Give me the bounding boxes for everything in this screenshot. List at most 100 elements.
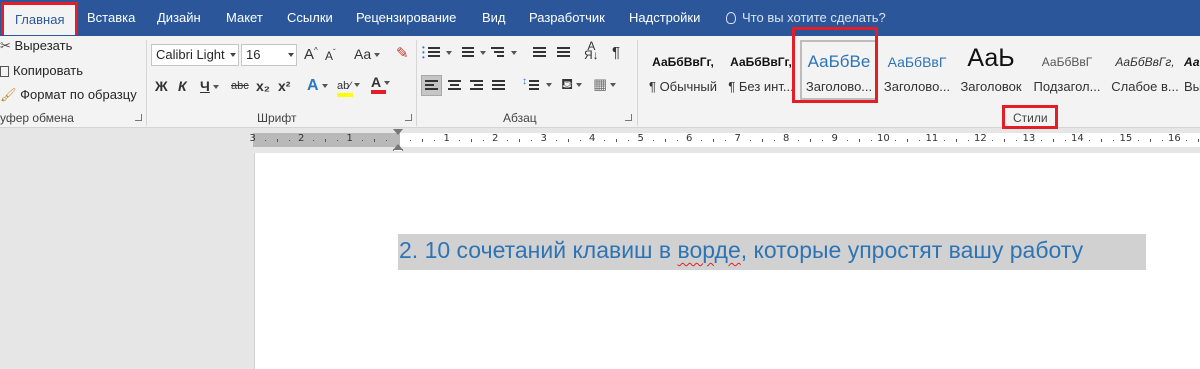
align-left-icon <box>425 80 438 92</box>
bold-button[interactable]: Ж <box>155 78 168 94</box>
numbering-button[interactable] <box>456 45 486 61</box>
underline-button[interactable]: Ч <box>200 78 219 94</box>
ruler-tick <box>325 139 327 142</box>
ruler-dot <box>1161 140 1163 141</box>
paragraph-group-label: Абзац <box>503 111 537 125</box>
align-right-button[interactable] <box>468 76 486 94</box>
multilevel-list-button[interactable] <box>487 45 517 61</box>
ruler-dot <box>992 140 994 141</box>
style-subtitle[interactable]: АаБбВвГ Подзагол... <box>1028 40 1106 100</box>
ruler-tick <box>907 139 909 142</box>
decrease-indent-button[interactable] <box>529 45 547 61</box>
shading-button[interactable]: ⛾ <box>561 76 583 95</box>
tab-home[interactable]: Главная <box>1 2 79 35</box>
font-launcher-icon[interactable] <box>405 114 412 121</box>
text-effects-button[interactable]: A <box>307 77 328 95</box>
paragraph-launcher-icon[interactable] <box>625 114 632 121</box>
borders-button[interactable]: ▦ <box>593 75 617 93</box>
style-no-spacing[interactable]: АаБбВвГг, ¶ Без инт... <box>722 40 800 100</box>
tab-view[interactable]: Вид <box>482 0 506 36</box>
highlight-color-button[interactable]: ab⁄ <box>337 76 361 97</box>
clipboard-group-label: уфер обмена <box>0 111 74 125</box>
ruler-dot <box>870 140 872 141</box>
style-heading-2-name: Заголово... <box>883 79 951 94</box>
align-right-icon <box>470 80 483 92</box>
ruler-number: 2 <box>298 133 305 144</box>
align-center-button[interactable] <box>446 76 464 94</box>
tab-references[interactable]: Ссылки <box>287 0 333 36</box>
italic-button[interactable]: К <box>178 78 187 94</box>
line-spacing-button[interactable]: ↕ <box>522 76 552 94</box>
style-heading-2-sample: АаБбВвГ <box>887 54 947 70</box>
ruler-dot <box>846 140 848 141</box>
ruler-dot <box>1040 140 1042 141</box>
grow-font-button[interactable]: A^ <box>304 46 318 63</box>
group-divider <box>637 40 638 126</box>
bullets-button[interactable]: • • • <box>422 44 452 62</box>
ruler-dot <box>1186 140 1188 141</box>
style-subtle-emphasis[interactable]: АаБбВвГг, Слабое в... <box>1106 40 1184 100</box>
ruler-tick <box>422 139 424 142</box>
tab-design[interactable]: Дизайн <box>157 0 201 36</box>
style-normal[interactable]: АаБбВвГг, ¶ Обычный <box>644 40 722 100</box>
tab-developer[interactable]: Разработчик <box>529 0 605 36</box>
show-formatting-button[interactable]: ¶ <box>612 44 620 61</box>
change-case-button[interactable]: Aa <box>354 46 381 62</box>
chevron-down-icon <box>288 53 294 57</box>
sort-button[interactable]: A Я↓ <box>584 40 599 61</box>
strikethrough-button[interactable]: abc <box>231 80 249 92</box>
copy-label: Копировать <box>13 63 83 78</box>
highlighter-icon: ab⁄ <box>337 80 352 92</box>
superscript-button[interactable]: x² <box>278 78 290 94</box>
ruler-dot <box>410 140 412 141</box>
horizontal-ruler[interactable] <box>0 129 1200 151</box>
style-emphasis-sample: Аа <box>1184 55 1200 69</box>
document-heading[interactable]: 2. 10 сочетаний клавиш в ворде, которые … <box>399 237 1083 264</box>
subscript-icon: x₂ <box>256 78 271 94</box>
ruler-dot <box>967 140 969 141</box>
ruler-dot <box>288 140 290 141</box>
ruler-tick <box>858 139 860 142</box>
ruler-dot <box>361 140 363 141</box>
tab-layout[interactable]: Макет <box>226 0 263 36</box>
ruler-tick <box>1101 139 1103 142</box>
ruler-dot <box>1137 140 1139 141</box>
pilcrow-icon: ¶ <box>612 44 621 61</box>
first-line-indent-marker[interactable] <box>393 129 403 135</box>
highlight-color-swatch <box>337 93 353 97</box>
justify-icon <box>492 80 505 92</box>
clipboard-launcher-icon[interactable] <box>135 114 142 121</box>
heading-misspelled-word: ворде <box>677 237 741 263</box>
justify-button[interactable] <box>490 76 508 94</box>
ruler-dot <box>385 140 387 141</box>
font-name-select[interactable]: Calibri Light <box>151 44 239 66</box>
ruler-tick <box>664 139 666 142</box>
cut-button[interactable]: ✂ Вырезать <box>0 38 72 54</box>
format-painter-button[interactable]: 🖌 Формат по образцу <box>0 87 137 103</box>
tab-review[interactable]: Рецензирование <box>356 0 456 36</box>
style-heading-2[interactable]: АаБбВвГ Заголово... <box>878 40 956 100</box>
style-no-spacing-name: ¶ Без инт... <box>728 79 794 94</box>
ruler-dot <box>652 140 654 141</box>
font-color-button[interactable]: A <box>371 74 391 94</box>
subscript-button[interactable]: x₂ <box>256 78 270 94</box>
tab-addins[interactable]: Надстройки <box>629 0 700 36</box>
increase-indent-button[interactable] <box>553 45 571 61</box>
clear-formatting-button[interactable]: ✎ <box>396 44 409 62</box>
ruler-tick <box>1052 139 1054 142</box>
tab-insert[interactable]: Вставка <box>87 0 135 36</box>
eraser-icon: ✎ <box>396 45 409 62</box>
align-left-button[interactable] <box>421 75 442 96</box>
superscript-icon: x² <box>278 78 291 94</box>
style-emphasis[interactable]: Аа Вы <box>1184 40 1200 100</box>
ruler-number: 3 <box>249 133 256 144</box>
style-title[interactable]: АаЬ Заголовок <box>952 40 1030 100</box>
group-divider <box>416 40 417 126</box>
ruler-number: 15 <box>1119 133 1133 144</box>
copy-button[interactable]: Копировать <box>0 63 83 78</box>
font-size-select[interactable]: 16 <box>241 44 297 66</box>
shrink-font-button[interactable]: Aˇ <box>325 48 336 63</box>
font-color-swatch <box>371 90 386 94</box>
ruler-number: 3 <box>540 133 547 144</box>
ruler-number: 13 <box>1022 133 1036 144</box>
